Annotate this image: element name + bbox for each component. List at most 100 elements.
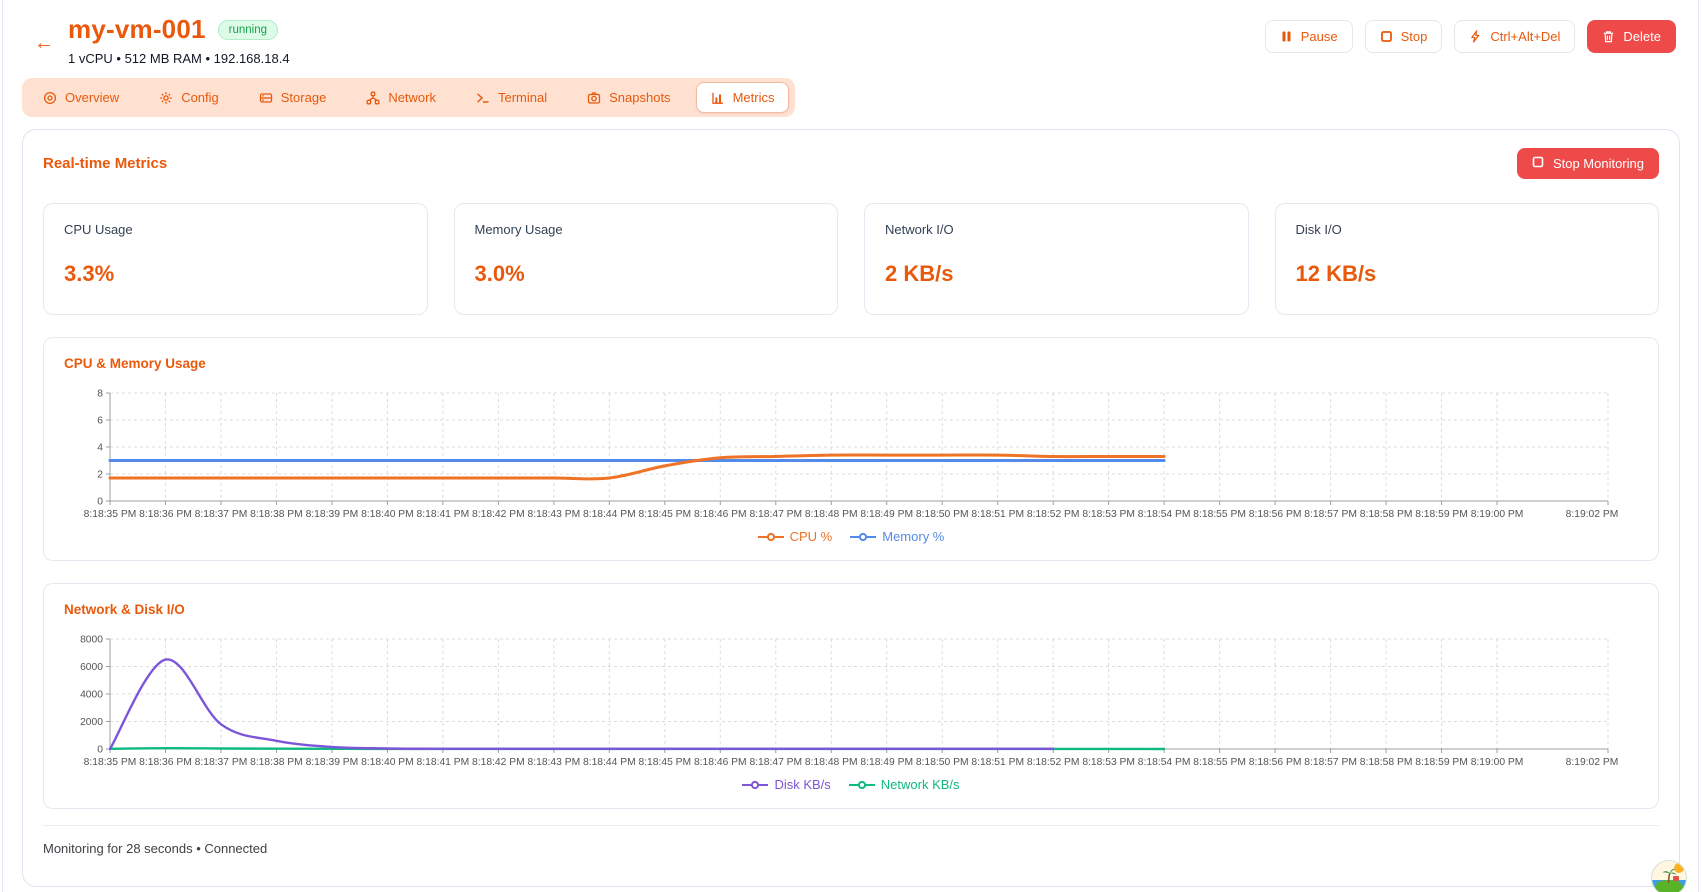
tab-terminal[interactable]: Terminal (461, 82, 562, 113)
svg-text:8:19:00 PM: 8:19:00 PM (1471, 757, 1524, 768)
stat-card-disk: Disk I/O 12 KB/s (1274, 203, 1659, 315)
svg-text:8000: 8000 (80, 635, 103, 646)
svg-text:2000: 2000 (80, 717, 103, 728)
svg-text:8:18:55 PM: 8:18:55 PM (1193, 509, 1246, 520)
svg-text:0: 0 (97, 497, 103, 508)
svg-text:8:18:41 PM: 8:18:41 PM (417, 757, 470, 768)
svg-text:8:18:52 PM: 8:18:52 PM (1027, 509, 1080, 520)
svg-text:8:18:42 PM: 8:18:42 PM (472, 509, 525, 520)
svg-text:8:18:46 PM: 8:18:46 PM (694, 509, 747, 520)
vm-subtitle: 1 vCPU • 512 MB RAM • 192.168.18.4 (68, 51, 290, 66)
legend-label: Disk KB/s (774, 777, 831, 792)
svg-text:8:18:43 PM: 8:18:43 PM (528, 757, 581, 768)
svg-text:8:18:40 PM: 8:18:40 PM (361, 757, 414, 768)
svg-text:8:18:57 PM: 8:18:57 PM (1304, 757, 1357, 768)
svg-text:8:18:59 PM: 8:18:59 PM (1415, 757, 1468, 768)
svg-text:8:18:49 PM: 8:18:49 PM (860, 509, 913, 520)
svg-text:8:19:00 PM: 8:19:00 PM (1471, 509, 1524, 520)
monitoring-status: Monitoring for 28 seconds • Connected (43, 825, 1659, 856)
chart-card-network-disk: Network & Disk I/O 0 2000 4000 6000 8000 8:18… (43, 583, 1659, 809)
legend-item[interactable]: Network KB/s (848, 777, 960, 792)
svg-text:6: 6 (97, 416, 103, 427)
svg-text:8:18:51 PM: 8:18:51 PM (971, 757, 1024, 768)
svg-text:8:18:39 PM: 8:18:39 PM (306, 757, 359, 768)
stop-square-icon (1532, 156, 1544, 171)
svg-text:8:18:47 PM: 8:18:47 PM (749, 757, 802, 768)
ctrl-alt-del-button[interactable]: Ctrl+Alt+Del (1454, 20, 1576, 53)
tab-network[interactable]: Network (351, 82, 451, 113)
stat-label: Disk I/O (1295, 222, 1342, 237)
pause-icon (1280, 30, 1293, 43)
svg-text:8:18:54 PM: 8:18:54 PM (1138, 509, 1191, 520)
back-button[interactable]: ← (34, 20, 54, 66)
stat-value: 3.3% (64, 261, 115, 286)
svg-text:8:18:35 PM: 8:18:35 PM (84, 757, 137, 768)
stat-card-network: Network I/O 2 KB/s (864, 203, 1249, 315)
svg-text:8:18:57 PM: 8:18:57 PM (1304, 509, 1357, 520)
eye-icon (43, 91, 57, 105)
network-disk-chart: 0 2000 4000 6000 8000 8:18:35 PM 8:18:36 PM 8:1… (64, 633, 1638, 771)
svg-text:8:19:02 PM: 8:19:02 PM (1566, 757, 1619, 768)
svg-text:8:18:52 PM: 8:18:52 PM (1027, 757, 1080, 768)
svg-text:8:18:58 PM: 8:18:58 PM (1360, 757, 1413, 768)
svg-text:8:18:50 PM: 8:18:50 PM (916, 509, 969, 520)
svg-text:8:18:50 PM: 8:18:50 PM (916, 757, 969, 768)
stat-value: 12 KB/s (1295, 261, 1377, 286)
bolt-icon (1469, 30, 1482, 43)
drive-icon (259, 91, 273, 105)
camera-icon (587, 91, 601, 105)
stat-cards: CPU Usage 3.3% Memory Usage 3.0% Network… (43, 203, 1659, 315)
page-header: ← my-vm-001 running 1 vCPU • 512 MB RAM … (0, 0, 1702, 66)
svg-text:8:18:36 PM: 8:18:36 PM (139, 757, 192, 768)
tab-config[interactable]: Config (144, 82, 234, 113)
svg-text:8:18:51 PM: 8:18:51 PM (971, 509, 1024, 520)
chart-title: Network & Disk I/O (64, 602, 185, 617)
svg-text:8:18:39 PM: 8:18:39 PM (306, 509, 359, 520)
svg-text:8:18:42 PM: 8:18:42 PM (472, 757, 525, 768)
tab-metrics[interactable]: Metrics (695, 82, 790, 113)
stop-icon (1380, 30, 1393, 43)
trash-icon (1602, 30, 1615, 43)
stat-value: 3.0% (474, 261, 525, 286)
tab-overview[interactable]: Overview (28, 82, 134, 113)
svg-text:8:18:58 PM: 8:18:58 PM (1360, 509, 1413, 520)
svg-text:8:18:38 PM: 8:18:38 PM (250, 509, 303, 520)
svg-text:8:18:44 PM: 8:18:44 PM (583, 509, 636, 520)
svg-text:8:18:59 PM: 8:18:59 PM (1415, 509, 1468, 520)
chart-legend: Disk KB/s Network KB/s (64, 777, 1638, 792)
svg-text:8:18:53 PM: 8:18:53 PM (1082, 509, 1135, 520)
tab-storage[interactable]: Storage (244, 82, 342, 113)
legend-item[interactable]: Memory % (850, 529, 944, 544)
stat-value: 2 KB/s (885, 261, 954, 286)
gear-icon (159, 91, 173, 105)
svg-text:4: 4 (97, 443, 103, 454)
delete-button[interactable]: Delete (1587, 20, 1676, 53)
svg-text:8:18:54 PM: 8:18:54 PM (1138, 757, 1191, 768)
svg-text:8:18:48 PM: 8:18:48 PM (805, 509, 858, 520)
svg-text:8:18:49 PM: 8:18:49 PM (860, 757, 913, 768)
stat-label: Network I/O (885, 222, 954, 237)
tab-bar: Overview Config Storage Network Terminal… (22, 78, 796, 117)
svg-text:8:18:56 PM: 8:18:56 PM (1249, 757, 1302, 768)
svg-text:8:18:45 PM: 8:18:45 PM (638, 509, 691, 520)
legend-item[interactable]: Disk KB/s (742, 777, 831, 792)
svg-text:6000: 6000 (80, 662, 103, 673)
svg-text:4000: 4000 (80, 690, 103, 701)
legend-item[interactable]: CPU % (757, 529, 832, 544)
legend-label: Network KB/s (880, 777, 960, 792)
stop-button[interactable]: Stop (1364, 20, 1443, 53)
tab-snapshots[interactable]: Snapshots (572, 82, 685, 113)
svg-text:8:19:02 PM: 8:19:02 PM (1566, 509, 1619, 520)
page-title: my-vm-001 (68, 14, 206, 44)
pause-button[interactable]: Pause (1264, 20, 1353, 53)
svg-text:8:18:45 PM: 8:18:45 PM (638, 757, 691, 768)
svg-text:8:18:56 PM: 8:18:56 PM (1249, 509, 1302, 520)
svg-text:8:18:53 PM: 8:18:53 PM (1082, 757, 1135, 768)
svg-text:8:18:41 PM: 8:18:41 PM (417, 509, 470, 520)
cpu-memory-chart: 0 2 4 6 8 8:18:35 PM 8:18:36 PM 8:18:37 PM 8:18:… (64, 387, 1638, 523)
legend-label: Memory % (882, 529, 945, 544)
svg-text:8:18:43 PM: 8:18:43 PM (528, 509, 581, 520)
stop-monitoring-button[interactable]: Stop Monitoring (1516, 148, 1659, 179)
chart-legend: CPU % Memory % (64, 529, 1638, 544)
chart-card-cpu-memory: CPU & Memory Usage 0 2 4 6 8 8:18:35 PM 8:18:3… (43, 337, 1659, 561)
